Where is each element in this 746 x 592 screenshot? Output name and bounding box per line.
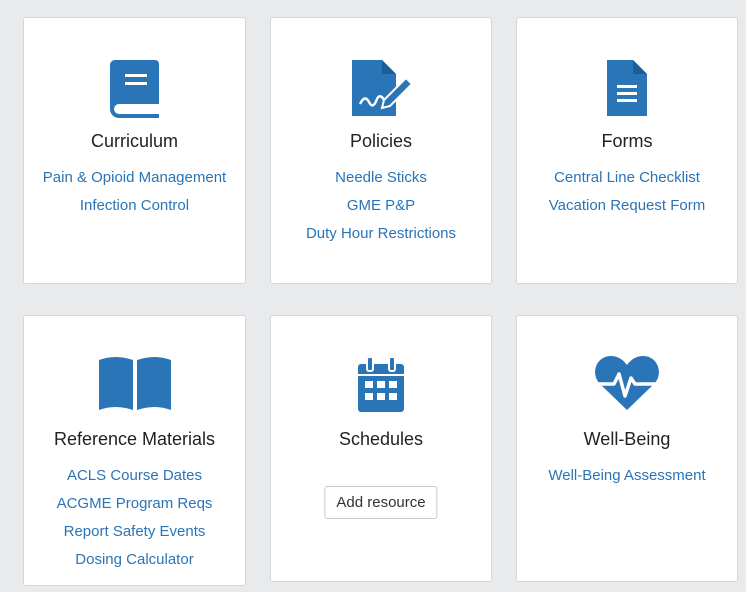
- card-links: Well-Being Assessment: [517, 462, 737, 490]
- document-icon: [517, 58, 737, 118]
- link-vacation-request-form[interactable]: Vacation Request Form: [517, 192, 737, 220]
- link-needle-sticks[interactable]: Needle Sticks: [271, 164, 491, 192]
- link-duty-hour-restrictions[interactable]: Duty Hour Restrictions: [271, 220, 491, 248]
- card-title: Schedules: [338, 429, 424, 449]
- card-reference-materials: Reference Materials ACLS Course Dates AC…: [23, 315, 246, 586]
- link-central-line-checklist[interactable]: Central Line Checklist: [517, 164, 737, 192]
- card-policies: Policies Needle Sticks GME P&P Duty Hour…: [270, 17, 492, 284]
- card-links: Central Line Checklist Vacation Request …: [517, 164, 737, 220]
- link-pain-opioid-management[interactable]: Pain & Opioid Management: [24, 164, 245, 192]
- link-acgme-program-reqs[interactable]: ACGME Program Reqs: [24, 490, 245, 518]
- card-title: Forms: [601, 131, 653, 151]
- add-resource-button[interactable]: Add resource: [324, 486, 438, 519]
- heartbeat-icon: [517, 354, 737, 412]
- card-links: Needle Sticks GME P&P Duty Hour Restrict…: [271, 164, 491, 248]
- resource-grid: Curriculum Pain & Opioid Management Infe…: [0, 0, 746, 592]
- open-book-icon: [24, 354, 245, 412]
- book-icon: [24, 58, 245, 118]
- card-title: Reference Materials: [53, 429, 216, 449]
- link-report-safety-events[interactable]: Report Safety Events: [24, 518, 245, 546]
- card-well-being: Well-Being Well-Being Assessment: [516, 315, 738, 582]
- card-forms: Forms Central Line Checklist Vacation Re…: [516, 17, 738, 284]
- link-dosing-calculator[interactable]: Dosing Calculator: [24, 546, 245, 574]
- card-title: Policies: [349, 131, 413, 151]
- card-curriculum: Curriculum Pain & Opioid Management Infe…: [23, 17, 246, 284]
- link-acls-course-dates[interactable]: ACLS Course Dates: [24, 462, 245, 490]
- calendar-icon: [271, 356, 491, 414]
- link-infection-control[interactable]: Infection Control: [24, 192, 245, 220]
- link-gme-pp[interactable]: GME P&P: [271, 192, 491, 220]
- card-schedules: Schedules Add resource: [270, 315, 492, 582]
- link-well-being-assessment[interactable]: Well-Being Assessment: [517, 462, 737, 490]
- card-links: Pain & Opioid Management Infection Contr…: [24, 164, 245, 220]
- card-title: Curriculum: [90, 131, 178, 151]
- card-title: Well-Being: [583, 429, 671, 449]
- signed-document-icon: [271, 58, 491, 118]
- card-links: ACLS Course Dates ACGME Program Reqs Rep…: [24, 462, 245, 574]
